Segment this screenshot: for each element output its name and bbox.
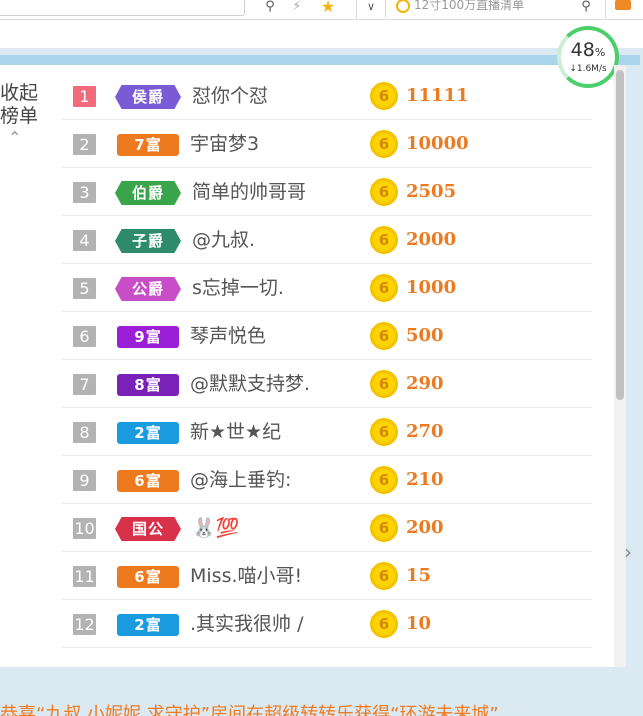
user-nickname[interactable]: s忘掉一切. <box>192 276 284 300</box>
wealth-level-badge: 8富 <box>117 374 179 396</box>
wealth-level-badge: 2富 <box>117 614 179 636</box>
search-box[interactable]: 12寸100万直播清单 <box>396 0 525 13</box>
rank-number: 8 <box>73 422 96 443</box>
user-nickname[interactable]: 新★世★纪 <box>190 420 281 444</box>
wealth-level-badge: 2富 <box>117 422 179 444</box>
rank-number: 1 <box>73 86 96 107</box>
contribution-score: 500 <box>406 325 444 346</box>
coin-icon: 6 <box>370 274 398 302</box>
user-nickname[interactable]: @默默支持梦. <box>190 372 310 396</box>
download-rate: ↓1.6M/s <box>569 64 607 74</box>
wealth-level-badge: 7富 <box>117 134 179 156</box>
rank-number: 9 <box>73 470 96 491</box>
rank-row[interactable]: 5 公爵 s忘掉一切. 6 1000 <box>62 264 592 312</box>
announcement-ticker: 恭喜“九叔 小妮妮 求守护”房间在超级转转乐获得“环游未来城” <box>0 704 499 716</box>
rank-row[interactable]: 2 7富 宇宙梦3 6 10000 <box>62 120 592 168</box>
user-nickname[interactable]: @海上垂钓: <box>190 468 291 492</box>
noble-rank-badge: 侯爵 <box>115 85 181 109</box>
rank-number: 6 <box>73 326 96 347</box>
address-bar[interactable] <box>0 0 245 16</box>
user-nickname[interactable]: @九叔. <box>192 228 255 252</box>
panel-header-strip <box>0 55 640 65</box>
contribution-score: 210 <box>406 469 444 490</box>
toolbar-divider <box>605 0 606 18</box>
coin-icon: 6 <box>370 514 398 542</box>
collapse-label-line2: 榜单 <box>0 105 39 127</box>
rank-row[interactable]: 1 侯爵 怼你个怼 6 11111 <box>62 72 592 120</box>
contribution-score: 1000 <box>406 277 457 298</box>
user-nickname[interactable]: 🐰💯 <box>192 516 239 540</box>
rank-row[interactable]: 4 子爵 @九叔. 6 2000 <box>62 216 592 264</box>
contribution-score: 15 <box>406 565 432 586</box>
rank-row[interactable]: 11 6富 Miss.喵小哥! 6 15 <box>62 552 592 600</box>
wealth-level-badge: 6富 <box>117 566 179 588</box>
rank-number: 4 <box>73 230 96 251</box>
noble-rank-badge: 子爵 <box>115 229 181 253</box>
contribution-score: 10000 <box>406 133 469 154</box>
user-nickname[interactable]: Miss.喵小哥! <box>190 564 302 588</box>
search-icon[interactable]: ⚲ <box>578 0 594 14</box>
browser-tab-strip <box>0 20 643 48</box>
contribution-score: 290 <box>406 373 444 394</box>
speed-percent: 48 <box>570 39 595 61</box>
coin-icon: 6 <box>370 226 398 254</box>
collapse-label-line1: 收起 <box>0 82 39 104</box>
rank-number: 2 <box>73 134 96 155</box>
noble-rank-badge: 国公 <box>115 517 181 541</box>
search-icon[interactable]: ⚲ <box>262 0 278 14</box>
coin-icon: 6 <box>370 562 398 590</box>
scrollbar-thumb[interactable] <box>616 70 624 400</box>
search-engine-icon <box>396 0 410 13</box>
noble-rank-badge: 伯爵 <box>115 181 181 205</box>
contribution-score: 2505 <box>406 181 457 202</box>
chevron-right-icon[interactable]: › <box>624 540 632 564</box>
rank-number: 7 <box>73 374 96 395</box>
coin-icon: 6 <box>370 370 398 398</box>
rank-number: 5 <box>73 278 96 299</box>
contribution-score: 2000 <box>406 229 457 250</box>
wealth-level-badge: 6富 <box>117 470 179 492</box>
rank-row[interactable]: 7 8富 @默默支持梦. 6 290 <box>62 360 592 408</box>
noble-rank-badge: 公爵 <box>115 277 181 301</box>
network-speed-widget[interactable]: 48% ↓1.6M/s <box>557 26 619 88</box>
user-nickname[interactable]: .其实我很帅 / <box>190 612 303 636</box>
chevron-up-icon[interactable]: ⌃ <box>8 128 21 147</box>
lightning-icon[interactable]: ⚡ <box>290 0 304 14</box>
coin-icon: 6 <box>370 178 398 206</box>
rank-row[interactable]: 12 2富 .其实我很帅 / 6 10 <box>62 600 592 648</box>
user-nickname[interactable]: 琴声悦色 <box>190 324 266 348</box>
chevron-down-icon[interactable]: ∨ <box>364 0 378 14</box>
contribution-score: 270 <box>406 421 444 442</box>
user-nickname[interactable]: 怼你个怼 <box>192 84 268 108</box>
rank-number: 11 <box>73 566 96 587</box>
rank-row[interactable]: 6 9富 琴声悦色 6 500 <box>62 312 592 360</box>
star-icon[interactable]: ★ <box>318 0 338 15</box>
speed-percent-unit: % <box>594 46 606 59</box>
rank-row[interactable]: 9 6富 @海上垂钓: 6 210 <box>62 456 592 504</box>
coin-icon: 6 <box>370 322 398 350</box>
rank-row[interactable]: 3 伯爵 简单的帅哥哥 6 2505 <box>62 168 592 216</box>
user-nickname[interactable]: 宇宙梦3 <box>190 132 259 156</box>
coin-icon: 6 <box>370 418 398 446</box>
coin-icon: 6 <box>370 130 398 158</box>
rank-row[interactable]: 8 2富 新★世★纪 6 270 <box>62 408 592 456</box>
wealth-level-badge: 9富 <box>117 326 179 348</box>
extension-icon[interactable] <box>615 0 631 10</box>
coin-icon: 6 <box>370 466 398 494</box>
toolbar-divider <box>356 0 357 18</box>
user-nickname[interactable]: 简单的帅哥哥 <box>192 180 306 204</box>
browser-toolbar: ⚲ ⚡ ★ ∨ 12寸100万直播清单 ⚲ <box>0 0 643 20</box>
rank-number: 10 <box>73 518 96 539</box>
rank-number: 3 <box>73 182 96 203</box>
rank-row[interactable]: 10 国公 🐰💯 6 200 <box>62 504 592 552</box>
contribution-score: 200 <box>406 517 444 538</box>
contribution-score: 11111 <box>406 85 469 106</box>
contribution-score: 10 <box>406 613 432 634</box>
toolbar-divider <box>385 0 386 18</box>
collapse-rank-button[interactable]: 收起 榜单 <box>0 82 40 128</box>
search-placeholder: 12寸100万直播清单 <box>414 0 525 12</box>
coin-icon: 6 <box>370 610 398 638</box>
rank-number: 12 <box>73 614 96 635</box>
coin-icon: 6 <box>370 82 398 110</box>
